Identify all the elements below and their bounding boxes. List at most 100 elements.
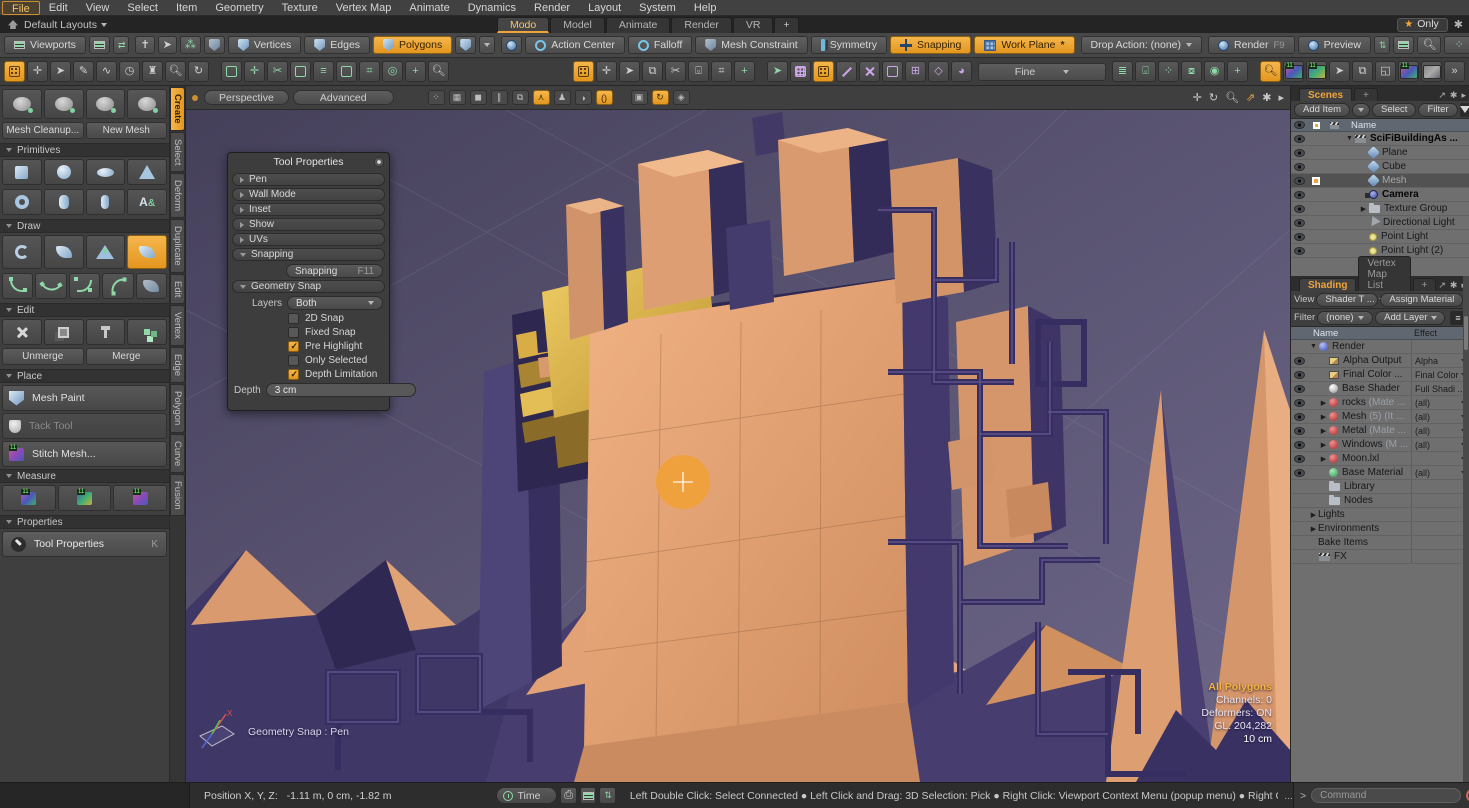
torus-primitive-button[interactable] <box>2 189 42 215</box>
section-wall-mode[interactable]: Wall Mode <box>232 188 385 201</box>
item-move-button[interactable]: ✛ <box>596 61 617 82</box>
text-primitive-button[interactable]: A& <box>127 189 167 215</box>
sliders-button[interactable]: ⇅ <box>1374 36 1391 54</box>
effect-cell[interactable] <box>1411 508 1469 521</box>
viewport-gear-icon[interactable]: ✱ <box>1262 91 1271 104</box>
effect-cell[interactable]: Full Shadi ... <box>1411 382 1469 395</box>
snapping-toggle-button[interactable]: Snapping F11 <box>286 264 383 278</box>
cone-primitive-button[interactable] <box>127 159 167 185</box>
scene-item-directional-light[interactable]: Directional Light <box>1291 216 1469 230</box>
item-camera-button[interactable]: ⌻ <box>688 61 709 82</box>
items-mode-button[interactable]: ✝ <box>135 36 154 54</box>
green-frame-button[interactable] <box>336 61 357 82</box>
sphere-primitive-button[interactable] <box>44 159 84 185</box>
merge-button[interactable]: Merge <box>86 348 168 365</box>
pivot-button[interactable] <box>501 36 522 54</box>
pen-tool-button[interactable]: ✎ <box>73 61 94 82</box>
search-button[interactable]: 🔍︎ <box>1417 36 1441 54</box>
refresh-button[interactable]: ↻ <box>188 61 209 82</box>
cube-primitive-button[interactable] <box>2 159 42 185</box>
snap-grid-button[interactable] <box>790 61 811 82</box>
overlap-toggle[interactable]: ⧉ <box>512 90 529 105</box>
expander-icon[interactable]: ▶ <box>1319 427 1328 435</box>
tab-scenes[interactable]: Scenes <box>1299 88 1352 101</box>
thumb-small-button[interactable] <box>1421 61 1442 82</box>
menu-dynamics[interactable]: Dynamics <box>459 1 525 15</box>
green-cut-button[interactable]: ✂ <box>267 61 288 82</box>
expander-icon[interactable]: ▼ <box>1309 343 1318 350</box>
layout-tab-render[interactable]: Render <box>671 17 731 33</box>
gear-icon[interactable]: ✱ <box>1454 18 1463 31</box>
hatch-toggle[interactable]: ∥ <box>491 90 508 105</box>
item-frame-button[interactable]: ⌗ <box>711 61 732 82</box>
checkbox-pre-highlight[interactable]: Pre Highlight <box>288 341 383 352</box>
edges-mode-button[interactable]: Edges <box>304 36 370 54</box>
effect-cell[interactable] <box>1411 550 1469 563</box>
add-button[interactable]: + <box>1227 61 1248 82</box>
effect-cell[interactable] <box>1411 452 1469 465</box>
tab-deform[interactable]: Deform <box>170 173 185 218</box>
shading-layer-render[interactable]: ▼Render <box>1291 340 1469 354</box>
menu-vertex-map[interactable]: Vertex Map <box>327 1 401 15</box>
mesh-tool-b-button[interactable] <box>44 89 84 119</box>
hierarchy-mode-button[interactable]: ⁂ <box>180 36 201 54</box>
polygons-mode-button[interactable]: Polygons <box>373 36 452 54</box>
tab-vertex-map-list[interactable]: Vertex Map List <box>1358 256 1410 291</box>
panel-gear-icon[interactable]: ✱ <box>1450 90 1458 101</box>
view-mode-dropdown[interactable]: Shader T ... <box>1316 293 1378 307</box>
3d-viewport[interactable]: Perspective Advanced ⁘ ▦ ◼ ∥ ⧉ ⋏ ♟ ◑ () … <box>186 86 1290 782</box>
snap-sphere-button[interactable]: ◕ <box>951 61 972 82</box>
mesh-cleanup-button[interactable]: Mesh Cleanup... <box>2 122 84 139</box>
snap-pixel-button[interactable] <box>813 61 834 82</box>
mesh-paint-button[interactable]: Mesh Paint <box>2 385 167 411</box>
symmetry-button[interactable]: Symmetry <box>811 36 887 54</box>
gradient-b-button[interactable] <box>1306 61 1327 82</box>
snapping-section-header[interactable]: Snapping <box>232 248 385 261</box>
preview-button[interactable]: Preview <box>1298 36 1371 54</box>
properties-section-header[interactable]: Properties <box>0 515 169 529</box>
visibility-toggle[interactable] <box>1291 163 1307 171</box>
layout-tab-model[interactable]: Model <box>550 17 605 33</box>
visibility-toggle[interactable] <box>1291 149 1307 157</box>
tab-vertex[interactable]: Vertex <box>170 305 185 346</box>
display-button[interactable] <box>580 787 596 804</box>
brackets-toggle[interactable]: () <box>596 90 613 105</box>
tab-polygon[interactable]: Polygon <box>170 384 185 432</box>
checkbox-fixed-snap[interactable]: Fixed Snap <box>288 327 383 338</box>
spiral-tool-button[interactable] <box>2 235 42 269</box>
effect-cell[interactable]: (all) <box>1411 466 1469 479</box>
snap-intersect-button[interactable] <box>859 61 880 82</box>
mag-small-button[interactable]: 🔍︎ <box>428 61 449 82</box>
zoom-tool-button[interactable]: 🔍︎ <box>165 61 186 82</box>
image-button[interactable]: ⧇ <box>1181 61 1202 82</box>
sheet-tool-button[interactable] <box>136 273 167 299</box>
shading-add-tab[interactable]: + <box>1413 278 1437 291</box>
dots-grid-toggle[interactable]: ⁘ <box>428 90 445 105</box>
visibility-toggle[interactable] <box>1291 205 1307 213</box>
render-flag-cell[interactable] <box>1307 177 1325 185</box>
shading-layer-environments[interactable]: ▶Environments <box>1291 522 1469 536</box>
visibility-toggle[interactable] <box>1291 441 1307 449</box>
mesh-constraint-button[interactable]: Mesh Constraint <box>695 36 807 54</box>
layout-tab-vr[interactable]: VR <box>733 17 774 33</box>
item-copy-button[interactable]: ⧉ <box>642 61 663 82</box>
effect-cell[interactable] <box>1411 536 1469 549</box>
green-cube-button[interactable] <box>221 61 242 82</box>
menu-item[interactable]: Item <box>167 1 206 15</box>
menu-bars-button[interactable]: ≣ <box>1112 61 1133 82</box>
green-corners-button[interactable]: ⌗ <box>359 61 380 82</box>
tab-edge[interactable]: Edge <box>170 347 185 383</box>
tab-duplicate[interactable]: Duplicate <box>170 219 185 273</box>
visibility-toggle[interactable] <box>1291 177 1307 185</box>
green-layers-button[interactable]: ≡ <box>313 61 334 82</box>
stitch-mesh-button[interactable]: Stitch Mesh... <box>2 441 167 467</box>
section-show[interactable]: Show <box>232 218 385 231</box>
expander-icon[interactable]: ▼ <box>1345 135 1354 142</box>
measure-tool-a-button[interactable] <box>2 485 56 511</box>
snap-line-button[interactable] <box>836 61 857 82</box>
render-dot-button[interactable]: ◉ <box>1204 61 1225 82</box>
move-tool-button[interactable]: ✛ <box>27 61 48 82</box>
expander-icon[interactable]: ▶ <box>1309 525 1318 533</box>
checkbox-only-selected[interactable]: Only Selected <box>288 355 383 366</box>
effect-cell[interactable] <box>1411 340 1469 353</box>
